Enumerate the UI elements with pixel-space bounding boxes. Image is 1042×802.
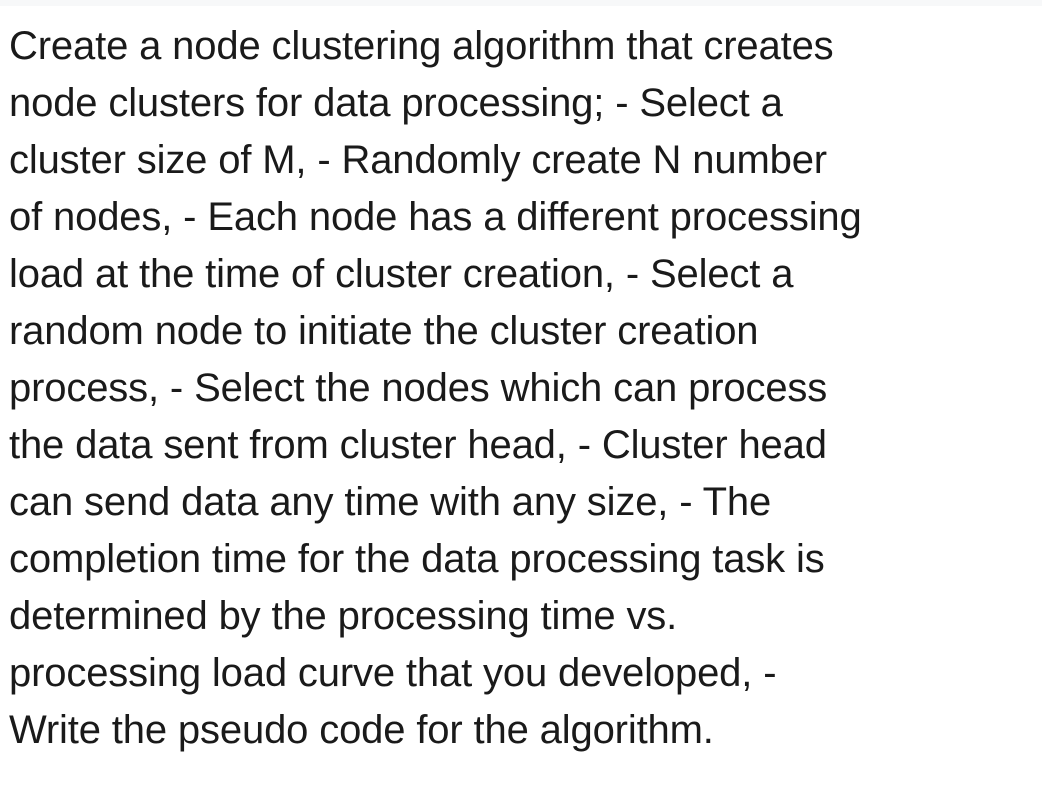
prompt-line: processing load curve that you developed… bbox=[9, 651, 777, 695]
prompt-text-block: Create a node clustering algorithm that … bbox=[9, 18, 1039, 759]
prompt-line: determined by the processing time vs. bbox=[9, 594, 678, 638]
page-root: Create a node clustering algorithm that … bbox=[0, 0, 1042, 802]
prompt-line: random node to initiate the cluster crea… bbox=[9, 309, 759, 353]
prompt-line: of nodes, - Each node has a different pr… bbox=[9, 195, 862, 239]
prompt-line: Write the pseudo code for the algorithm. bbox=[9, 708, 714, 752]
content-area: Create a node clustering algorithm that … bbox=[0, 6, 1042, 802]
prompt-line: Create a node clustering algorithm that … bbox=[9, 24, 834, 68]
prompt-line: cluster size of M, - Randomly create N n… bbox=[9, 138, 827, 182]
prompt-line: load at the time of cluster creation, - … bbox=[9, 252, 794, 296]
prompt-line: node clusters for data processing; - Sel… bbox=[9, 81, 783, 125]
prompt-line: process, - Select the nodes which can pr… bbox=[9, 366, 828, 410]
prompt-line: completion time for the data processing … bbox=[9, 537, 825, 581]
prompt-line: can send data any time with any size, - … bbox=[9, 480, 772, 524]
prompt-line: the data sent from cluster head, - Clust… bbox=[9, 423, 827, 467]
